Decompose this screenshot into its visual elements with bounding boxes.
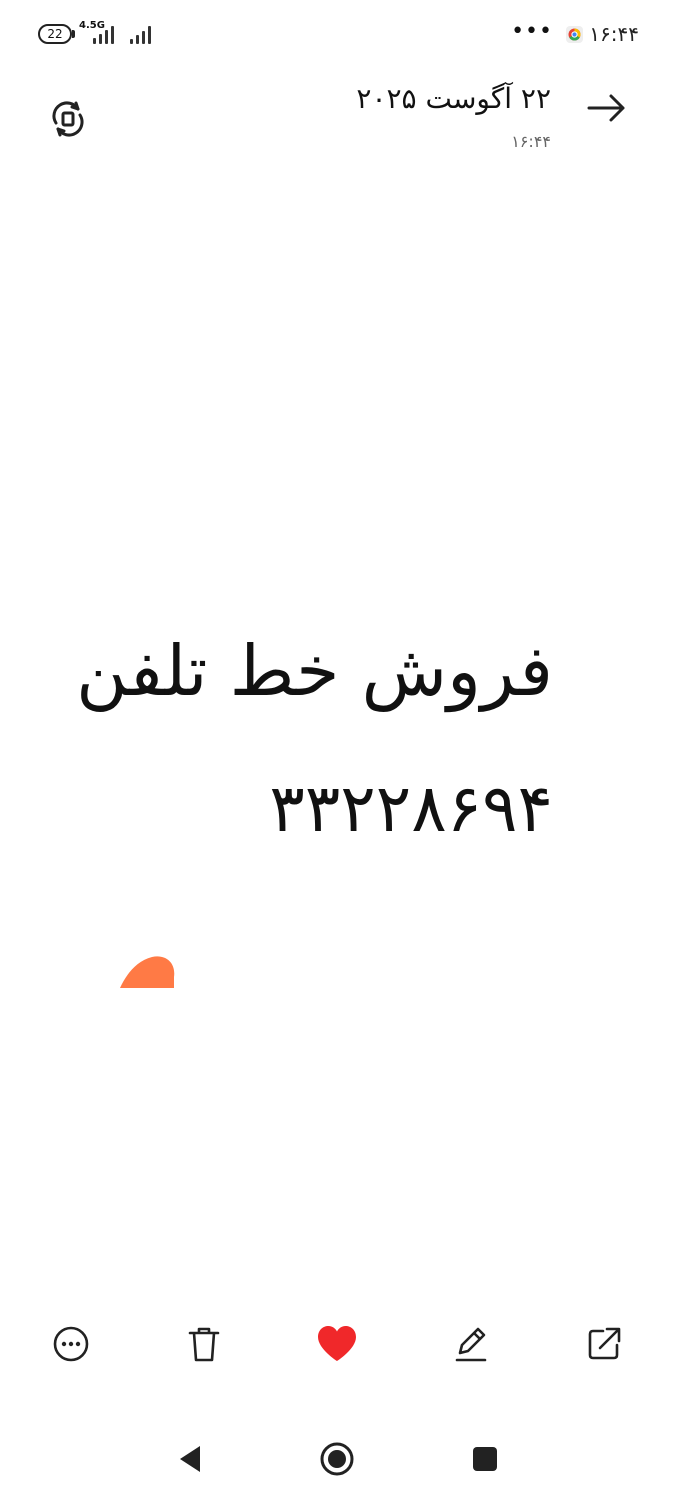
trash-icon[interactable]: [182, 1322, 226, 1366]
signal-icon-2: [130, 22, 151, 44]
nav-back-icon[interactable]: [170, 1439, 210, 1479]
photo-view[interactable]: فروش خط تلفن ۳۳۲۲۸۶۹۴: [0, 560, 675, 1020]
photo-toolbar: [0, 1310, 675, 1380]
status-time: ۱۶:۴۴: [589, 22, 639, 46]
status-bar: 22 4.5G ••• ۱۶:۴۴: [0, 0, 675, 70]
heart-icon[interactable]: [315, 1322, 359, 1366]
more-icon[interactable]: [49, 1322, 93, 1366]
battery-icon: 22: [38, 24, 72, 44]
arrow-right-icon[interactable]: [585, 90, 629, 126]
battery-tip: [72, 30, 75, 38]
photo-text-phone-number: ۳۳۲۲۸۶۹۴: [269, 770, 553, 847]
pencil-icon[interactable]: [449, 1322, 493, 1366]
page-title: ۲۲ آگوست ۲۰۲۵: [356, 82, 551, 115]
signal-icon: [93, 22, 114, 44]
photo-text-line1: فروش خط تلفن: [76, 630, 553, 712]
battery-level: 22: [47, 27, 63, 41]
nav-recents-icon[interactable]: [465, 1439, 505, 1479]
page-subtitle: ۱۶:۴۴: [511, 132, 551, 151]
status-overflow-icon: •••: [511, 19, 553, 44]
share-icon[interactable]: [582, 1322, 626, 1366]
nav-home-icon[interactable]: [317, 1439, 357, 1479]
system-nav-bar: [0, 1425, 675, 1495]
chrome-notification-icon: [566, 26, 583, 43]
rotate-icon[interactable]: [49, 100, 87, 138]
photo-orange-shape: [120, 956, 175, 988]
header: ۲۲ آگوست ۲۰۲۵ ۱۶:۴۴: [0, 70, 675, 180]
